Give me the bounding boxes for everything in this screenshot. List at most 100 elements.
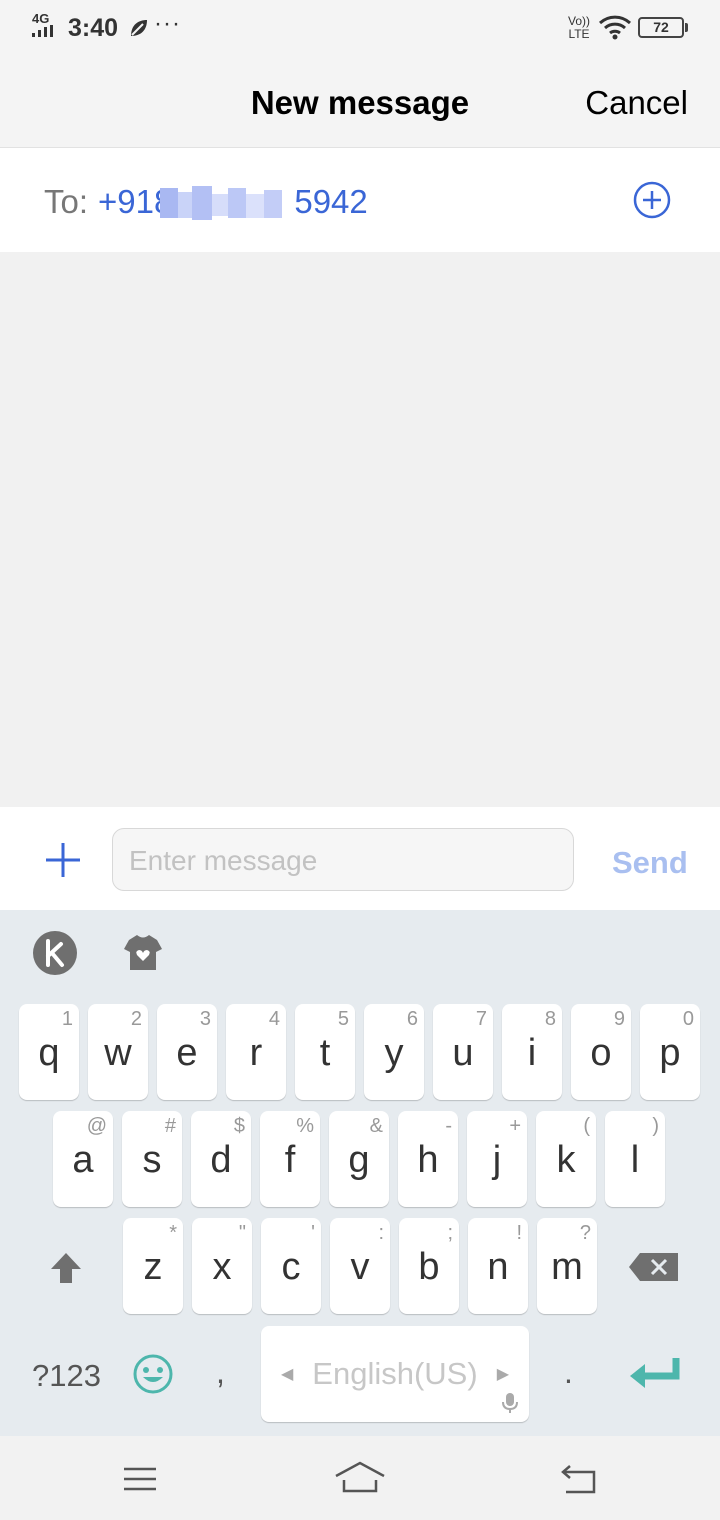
system-nav-bar [0,1436,720,1520]
recipient-number-suffix: 5942 [294,183,368,220]
key-s[interactable]: # s [122,1111,182,1207]
add-attachment-icon[interactable] [44,841,82,879]
key-hint: $ [233,1115,245,1137]
keyboard: ?123 , ◀ English(US) ▶ . 1q2w3e4r5t6y7u8… [0,910,720,1436]
status-bar: 4G 3:40 ··· Vo)) LTE 72 [0,0,720,56]
key-label: g [348,1139,370,1181]
key-v[interactable]: :v [330,1218,390,1314]
key-m[interactable]: ? m [537,1218,597,1314]
key-hint: 7 [475,1008,487,1030]
key-y[interactable]: 6y [364,1004,424,1100]
key-label: m [551,1246,583,1288]
volte-indicator: Vo)) LTE [567,14,590,41]
key-label: l [630,1139,640,1181]
key-hint: + [509,1115,521,1137]
key-label: n [487,1246,509,1288]
home-icon[interactable] [334,1460,386,1494]
key-hint: 5 [337,1008,349,1030]
key-i[interactable]: 8i [502,1004,562,1100]
leaf-notification-icon [131,20,147,36]
numbers-symbols-key[interactable]: ?123 [32,1358,101,1394]
key-a[interactable]: @ a [53,1111,113,1207]
key-o[interactable]: 9o [571,1004,631,1100]
key-x[interactable]: " x [192,1218,252,1314]
key-n[interactable]: ! n [468,1218,528,1314]
key-c[interactable]: ' c [261,1218,321,1314]
key-label: b [418,1246,440,1288]
key-label: u [452,1032,474,1074]
microphone-icon [502,1393,518,1413]
send-button[interactable]: Send [612,845,688,881]
backspace-key[interactable] [628,1252,680,1282]
enter-key-icon[interactable] [628,1356,682,1392]
key-label: c [281,1246,301,1288]
key-r[interactable]: 4r [226,1004,286,1100]
key-w[interactable]: 2w [88,1004,148,1100]
header-bar: New message Cancel [0,56,720,148]
key-hint: ' [311,1222,315,1244]
back-icon[interactable] [560,1464,598,1494]
key-label: i [527,1032,537,1074]
battery-level: 72 [653,19,669,35]
clock: 3:40 [68,14,119,42]
theme-shirt-icon[interactable] [120,930,166,976]
key-hint: ) [652,1115,659,1137]
key-hint: 0 [682,1008,694,1030]
key-label: x [212,1246,232,1288]
key-f[interactable]: % f [260,1111,320,1207]
cancel-button[interactable]: Cancel [585,84,688,122]
key-label: s [142,1139,162,1181]
wifi-icon [598,15,632,40]
message-input[interactable]: Enter message [112,828,574,891]
key-label: k [556,1139,576,1181]
conversation-area [0,252,720,807]
key-label: h [417,1139,439,1181]
key-d[interactable]: $ d [191,1111,251,1207]
key-hint: ! [516,1222,522,1244]
key-label: t [319,1032,331,1074]
key-hint: ; [447,1222,453,1244]
key-b[interactable]: ; b [399,1218,459,1314]
key-label: q [38,1032,60,1074]
key-hint: # [164,1115,176,1137]
key-g[interactable]: & g [329,1111,389,1207]
space-key[interactable]: ◀ English(US) ▶ [261,1326,529,1422]
key-label: o [590,1032,612,1074]
recipient-row[interactable]: To: +918 5942 [0,148,720,252]
network-indicator: 4G [32,12,58,39]
key-z[interactable]: * z [123,1218,183,1314]
key-e[interactable]: 3e [157,1004,217,1100]
key-l[interactable]: ) l [605,1111,665,1207]
add-contact-icon[interactable] [632,180,672,220]
signal-icon [32,25,53,37]
key-hint: - [445,1115,452,1137]
key-hint: & [369,1115,383,1137]
key-hint: % [296,1115,314,1137]
key-p[interactable]: 0p [640,1004,700,1100]
key-h[interactable]: -h [398,1111,458,1207]
key-label: z [143,1246,163,1288]
shift-key[interactable] [48,1250,84,1286]
key-j[interactable]: + j [467,1111,527,1207]
key-hint: ? [579,1222,591,1244]
menu-icon[interactable] [122,1466,158,1492]
emoji-key-icon[interactable] [132,1353,174,1395]
key-q[interactable]: 1q [19,1004,79,1100]
key-label: d [210,1139,232,1181]
redacted-number-mosaic [160,186,282,220]
key-hint: ( [583,1115,590,1137]
key-k[interactable]: (k [536,1111,596,1207]
key-u[interactable]: 7u [433,1004,493,1100]
period-key[interactable]: . [564,1354,573,1391]
kika-logo-icon[interactable] [32,930,78,976]
key-label: v [350,1246,370,1288]
key-label: r [249,1032,263,1074]
key-label: j [492,1139,502,1181]
comma-key[interactable]: , [216,1354,225,1391]
key-t[interactable]: 5t [295,1004,355,1100]
key-hint: 6 [406,1008,418,1030]
key-label: w [104,1032,132,1074]
more-notifications-icon: ··· [154,10,181,37]
key-hint: : [378,1222,384,1244]
key-label: a [72,1139,94,1181]
